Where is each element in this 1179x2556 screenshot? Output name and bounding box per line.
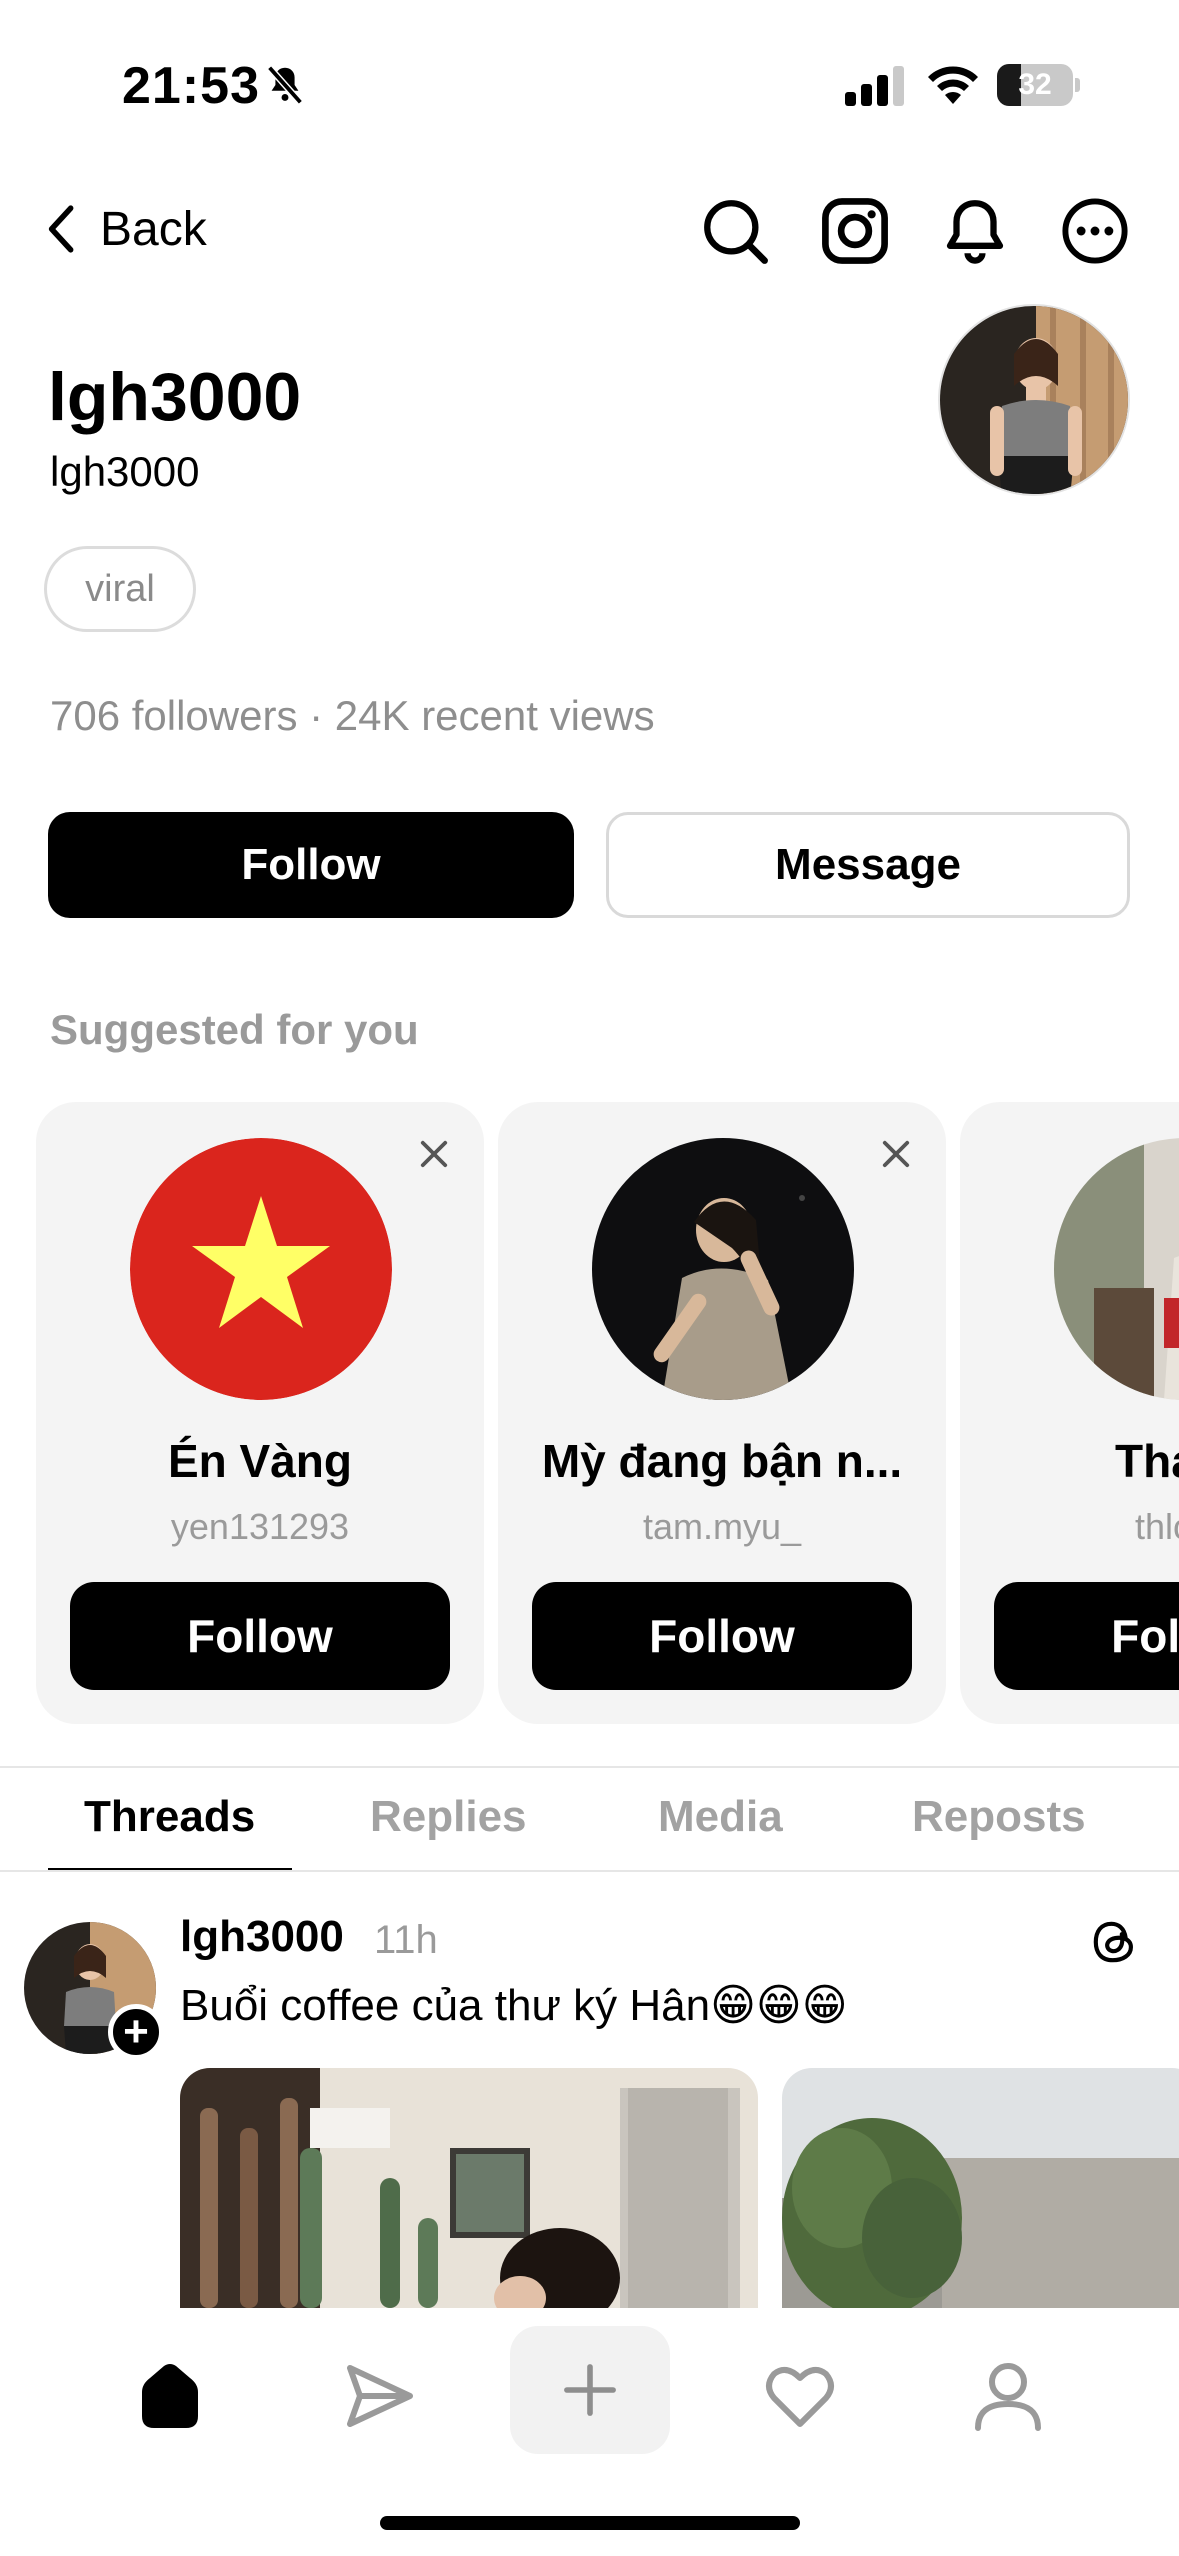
suggested-title: Suggested for you <box>50 1006 419 1053</box>
home-icon[interactable] <box>130 2356 210 2436</box>
post-text: Buổi coffee của thư ký Hân😁😁😁 <box>180 1981 848 2030</box>
post-image-cafe <box>180 2068 758 2308</box>
suggested-handle: thloan <box>1134 1506 1179 1547</box>
suggested-name: Mỳ đang bận n... <box>541 1435 903 1487</box>
compose-plus-icon <box>564 2364 616 2416</box>
instagram-icon[interactable] <box>818 194 892 268</box>
profile-stats[interactable]: 706 followers · 24K recent views <box>50 692 655 740</box>
message-button[interactable]: Message <box>606 812 1130 918</box>
suggested-card[interactable]: Mỳ đang bận n... tam.myu_ Follow <box>498 1102 946 1724</box>
suggested-photo <box>1054 1138 1179 1400</box>
send-icon[interactable] <box>338 2356 418 2436</box>
battery-icon: 32 <box>997 64 1080 106</box>
suggested-card[interactable]: Én Vàng yen131293 Follow <box>36 1102 484 1724</box>
silent-mode-icon <box>267 65 303 105</box>
tab-replies[interactable]: Replies <box>370 1792 527 1842</box>
close-icon[interactable] <box>880 1138 912 1170</box>
follow-plus-badge[interactable]: + <box>108 2004 164 2060</box>
suggested-carousel[interactable]: Én Vàng yen131293 Follow Mỳ đang bận n..… <box>0 1102 1179 1724</box>
vietnam-flag-avatar <box>130 1138 392 1400</box>
post-username[interactable]: lgh3000 <box>180 1912 344 1962</box>
divider <box>0 1870 1179 1872</box>
suggested-card[interactable]: Thanh thloan Follow <box>960 1102 1179 1724</box>
post-image-outdoor <box>782 2068 1179 2308</box>
cellular-signal-icon <box>845 66 904 106</box>
top-nav: Back <box>0 180 1179 280</box>
suggested-avatar[interactable] <box>1054 1138 1179 1400</box>
profile-avatar[interactable] <box>938 304 1130 496</box>
more-options-icon[interactable] <box>1058 194 1132 268</box>
tab-reposts[interactable]: Reposts <box>912 1792 1086 1842</box>
suggested-follow-button[interactable]: Follow <box>994 1582 1179 1690</box>
suggested-handle: yen131293 <box>170 1506 350 1547</box>
back-label: Back <box>100 202 207 256</box>
tab-threads[interactable]: Threads <box>84 1792 255 1842</box>
tab-media[interactable]: Media <box>658 1792 783 1842</box>
profile-tag-chip[interactable]: viral <box>44 546 196 632</box>
post-image[interactable] <box>782 2068 1179 2308</box>
chevron-left-icon <box>48 205 74 253</box>
home-indicator <box>380 2516 800 2530</box>
post-image[interactable] <box>180 2068 758 2308</box>
profile-photo <box>940 306 1128 494</box>
suggested-follow-button[interactable]: Follow <box>70 1582 450 1690</box>
follow-button[interactable]: Follow <box>48 812 574 918</box>
suggested-name: Thanh <box>1115 1435 1179 1487</box>
threads-logo-icon[interactable] <box>1088 1916 1140 1968</box>
divider <box>0 1766 1179 1768</box>
compose-button[interactable] <box>510 2326 670 2454</box>
search-icon[interactable] <box>698 194 772 268</box>
status-bar: 21:53 32 <box>0 0 1179 170</box>
profile-username: lgh3000 <box>50 448 200 495</box>
wifi-icon <box>928 66 978 104</box>
suggested-handle: tam.myu_ <box>642 1506 802 1547</box>
profile-display-name: lgh3000 <box>48 359 302 435</box>
suggested-name: Én Vàng <box>167 1435 353 1487</box>
battery-level: 32 <box>1018 68 1052 101</box>
profile-icon[interactable] <box>968 2356 1048 2436</box>
suggested-follow-button[interactable]: Follow <box>532 1582 912 1690</box>
back-button[interactable]: Back <box>44 196 207 262</box>
heart-icon[interactable] <box>760 2356 840 2436</box>
post-time: 11h <box>374 1918 438 1962</box>
suggested-photo <box>592 1138 854 1400</box>
suggested-avatar[interactable] <box>130 1138 392 1400</box>
close-icon[interactable] <box>418 1138 450 1170</box>
suggested-avatar[interactable] <box>592 1138 854 1400</box>
notification-bell-icon[interactable] <box>938 194 1012 268</box>
status-time: 21:53 <box>122 57 260 115</box>
